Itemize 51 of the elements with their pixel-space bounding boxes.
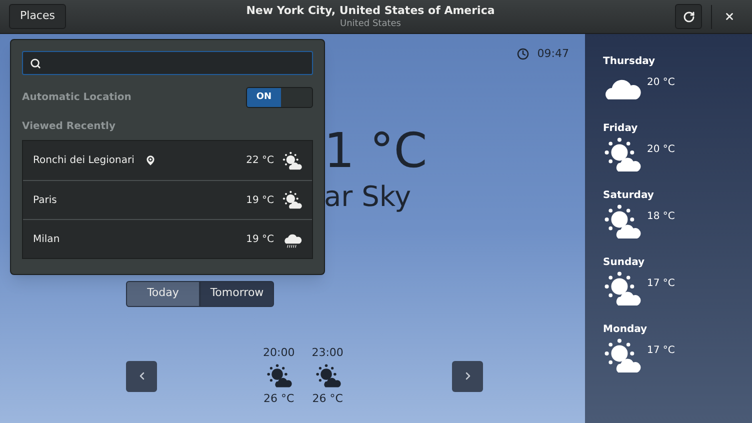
forecast-day: Friday xyxy=(603,121,638,136)
day-tab[interactable]: Tomorrow xyxy=(200,280,274,306)
window-subtitle: United States xyxy=(340,18,401,30)
search-field[interactable] xyxy=(22,51,313,75)
refresh-button[interactable] xyxy=(675,4,702,29)
hour-temperature: 26 °C xyxy=(264,391,294,407)
place-row[interactable]: Paris 19 °C xyxy=(23,180,312,219)
switch-on-label: ON xyxy=(247,88,281,107)
place-temperature: 19 °C xyxy=(246,232,274,246)
hour-label: 20:00 xyxy=(263,344,295,360)
window-title: New York City, United States of America xyxy=(246,4,495,18)
forecast-temperature: 20 °C xyxy=(647,143,675,157)
hour-temperature: 26 °C xyxy=(312,391,343,407)
sun-cloud-icon xyxy=(603,270,641,308)
sun-cloud-icon xyxy=(314,363,341,389)
forecast-day: Saturday xyxy=(603,188,654,203)
clock-icon xyxy=(517,48,530,60)
previous-button[interactable] xyxy=(126,360,157,392)
forecast-day: Sunday xyxy=(603,255,645,270)
forecast-temperature: 17 °C xyxy=(647,277,675,291)
next-button[interactable] xyxy=(452,360,483,392)
sun-cloud-icon xyxy=(603,203,641,241)
sun-cloud-icon xyxy=(266,363,292,389)
forecast-temperature: 18 °C xyxy=(647,210,675,224)
current-time: 09:47 xyxy=(537,46,569,62)
forecast-day: Monday xyxy=(603,322,648,337)
sun-cloud-icon xyxy=(603,136,641,174)
place-temperature: 19 °C xyxy=(246,194,274,208)
forecast-temperature: 17 °C xyxy=(647,344,675,358)
section-title: Viewed Recently xyxy=(22,120,116,134)
current-temperature: 1 °C xyxy=(324,122,428,178)
sun-cloud-icon xyxy=(282,190,302,210)
current-condition: ar Sky xyxy=(324,178,412,214)
place-temperature: 22 °C xyxy=(246,154,274,168)
day-tab[interactable]: Today xyxy=(126,280,200,306)
hour-label: 23:00 xyxy=(312,344,344,360)
place-name: Milan xyxy=(33,232,60,246)
automatic-location-switch[interactable]: ON xyxy=(246,87,313,108)
places-button[interactable]: Places xyxy=(9,4,66,29)
place-name: Ronchi dei Legionari xyxy=(33,154,134,168)
forecast-day: Thursday xyxy=(603,54,656,69)
sun-cloud-icon xyxy=(603,337,641,375)
place-row[interactable]: Ronchi dei Legionari 22 °C xyxy=(23,141,312,180)
search-icon xyxy=(30,58,41,68)
place-name: Paris xyxy=(33,194,57,208)
place-row[interactable]: Milan 19 °C xyxy=(23,219,312,258)
refresh-icon xyxy=(682,10,694,22)
automatic-location-label: Automatic Location xyxy=(22,91,132,105)
close-icon xyxy=(724,11,735,22)
forecast-temperature: 20 °C xyxy=(647,76,675,90)
sun-cloud-icon xyxy=(282,150,302,170)
